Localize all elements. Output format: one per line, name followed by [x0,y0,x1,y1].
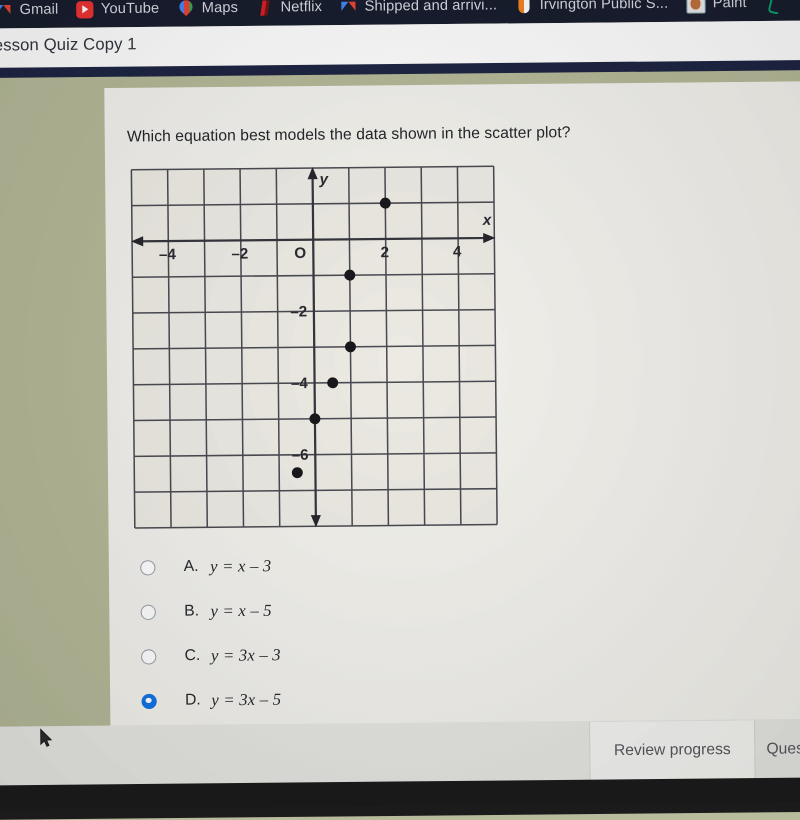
option-c[interactable]: C. y = 3x – 3 [132,630,557,679]
page-title: Lesson Quiz Copy 1 [0,35,137,55]
bookmark-label: Paint [712,0,747,12]
radio-option-a[interactable] [140,559,156,575]
svg-text:2: 2 [380,244,389,261]
option-b[interactable]: B. y = x – 5 [131,586,556,635]
bookmark-label: Shipped and arrivi... [364,0,498,15]
scatter-plot-svg: –4 –2 2 4O–2–4–6yx [130,165,498,529]
svg-text:x: x [482,212,492,229]
option-letter: D. [184,691,201,709]
option-equation: y = 3x – 3 [210,645,281,665]
mouse-cursor [40,728,53,747]
svg-text:–2: –2 [290,303,307,320]
option-letter: B. [184,602,200,620]
option-a[interactable]: A. y = x – 3 [131,541,556,590]
question-nav-button[interactable]: Questi [766,720,800,779]
bookmark-irvington-public-schools[interactable]: Irvington Public S... [506,0,677,23]
bookmark-gmail[interactable]: Gmail [0,0,68,28]
gmail-icon [340,0,357,15]
bookmark-label: Gmail [19,1,59,19]
answer-options: A. y = x – 3 B. y = x – 5 C. y = 3x – 3 … [131,541,558,723]
bookmark-shipped-and-arriving[interactable]: Shipped and arrivi... [331,0,506,25]
bookmark-maps[interactable]: Maps [168,0,247,27]
option-equation: y = x – 3 [209,556,272,576]
option-letter: C. [184,646,201,665]
bookmark-label: YouTube [100,0,160,18]
option-equation: y = x – 5 [210,600,272,621]
youtube-icon [76,0,94,18]
paint-icon [686,0,706,14]
option-letter: A. [183,557,199,576]
bookmark-paint[interactable]: Paint [677,0,756,22]
irvington-icon [515,0,532,14]
scatter-point [309,413,321,425]
netflix-icon [256,0,273,16]
svg-text:O: O [294,245,306,262]
scatter-plot: –4 –2 2 4 O –2 –4 –6 y x [128,163,500,531]
svg-text:4: 4 [453,243,462,260]
scatter-point [291,467,303,479]
svg-text:–6: –6 [292,447,309,464]
option-equation: y = 3x – 5 [211,689,282,710]
gmail-icon [0,1,13,18]
bookmark-netflix[interactable]: Netflix [247,0,331,26]
phone-icon [765,0,782,11]
radio-option-b[interactable] [140,604,156,620]
svg-text:–4: –4 [291,375,309,392]
review-progress-button[interactable]: Review progress [590,720,755,781]
question-prompt: Which equation best models the data show… [126,124,571,146]
bookmark-phone[interactable] [756,0,799,21]
svg-text:–4: –4 [159,246,177,263]
bookmark-label: Irvington Public S... [539,0,669,14]
screen-photo: Gmail YouTube Maps Netflix Shipped and a… [0,0,800,820]
scatter-point [327,377,339,389]
scatter-point [344,341,356,353]
maps-icon [177,0,194,17]
quiz-content-card: Which equation best models the data show… [104,81,800,736]
radio-option-c[interactable] [141,648,157,665]
bookmark-label: Maps [201,0,239,17]
scatter-point [344,269,356,281]
bookmark-label: Netflix [280,0,323,16]
bookmark-youtube[interactable]: YouTube [67,0,168,28]
radio-option-d[interactable] [141,693,157,709]
scatter-point [379,197,391,209]
screen-bezel [0,777,800,820]
svg-text:–2: –2 [231,246,248,263]
option-d[interactable]: D. y = 3x – 5 [132,675,557,724]
